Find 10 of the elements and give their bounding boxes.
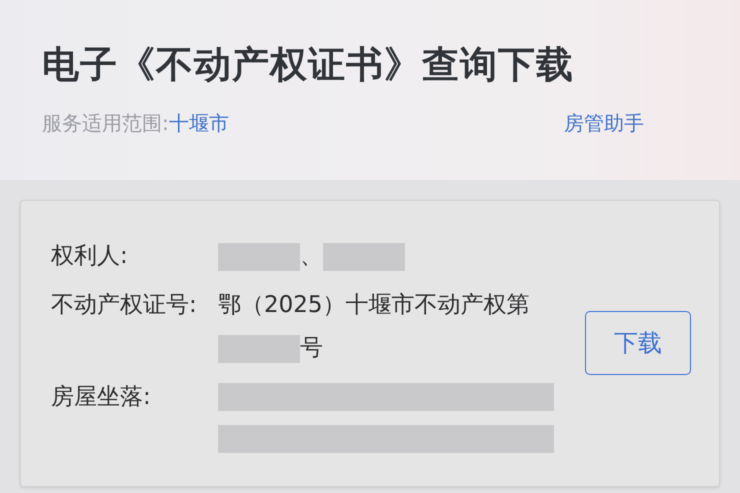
field-label: 权利人: bbox=[51, 242, 129, 271]
service-scope: 服务适用范围:十堰市 bbox=[42, 110, 229, 137]
value-text: 、 bbox=[300, 242, 323, 271]
field-label: 不动产权证号: bbox=[51, 291, 198, 320]
page-title: 电子《不动产权证书》查询下载 bbox=[42, 42, 575, 88]
download-button[interactable]: 下载 bbox=[585, 310, 691, 374]
field-label: 房屋坐落: bbox=[51, 383, 152, 412]
value-text: 号 bbox=[300, 334, 323, 363]
helper-link[interactable]: 房管助手 bbox=[564, 110, 644, 137]
value-text: 鄂（2025）十堰市不动产权第 bbox=[218, 291, 530, 320]
